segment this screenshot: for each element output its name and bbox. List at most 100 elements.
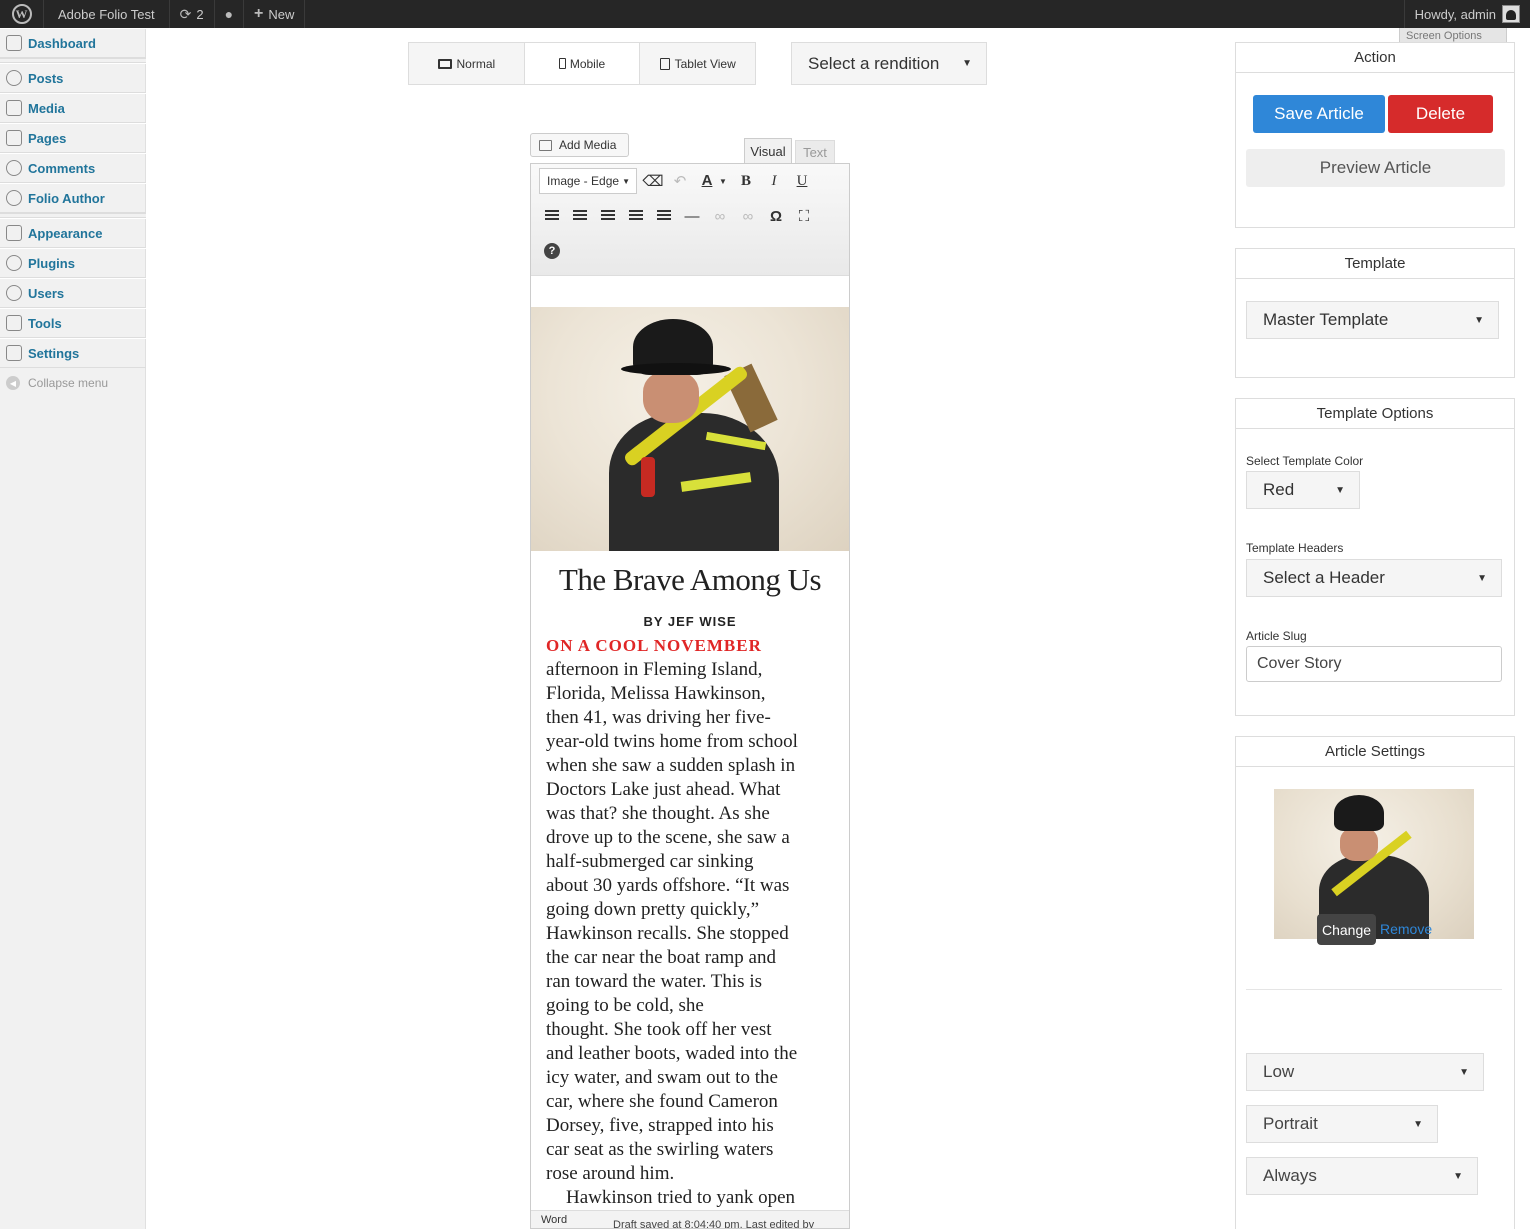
sidebar-item-label: Tools xyxy=(28,315,62,331)
collapse-menu-label: Collapse menu xyxy=(28,376,109,390)
lines-shape xyxy=(573,210,587,222)
preview-article-button[interactable]: Preview Article xyxy=(1246,149,1505,187)
help-icon: ? xyxy=(544,243,560,259)
site-name-link[interactable]: Adobe Folio Test xyxy=(44,0,170,28)
orientation-select[interactable]: Portrait ▼ xyxy=(1246,1105,1438,1143)
chevron-down-icon: ▼ xyxy=(1413,1118,1423,1130)
account-menu[interactable]: Howdy, admin xyxy=(1403,0,1530,28)
sidebar-item-label: Users xyxy=(28,285,65,301)
chevron-down-icon: ▼ xyxy=(1477,572,1487,584)
chevron-down-icon: ▼ xyxy=(1474,314,1484,326)
save-article-button[interactable]: Save Article xyxy=(1253,95,1385,133)
sidebar-item-posts[interactable]: Posts xyxy=(0,63,146,93)
remove-image-link[interactable]: Remove xyxy=(1380,921,1432,937)
article-editor[interactable]: Image - Edge ▼ ⌫ ↶ A ▼ B I U — ∞ ∞ Ω ⛶ ? xyxy=(530,163,850,1229)
omega-icon[interactable]: Ω xyxy=(765,205,787,227)
article-byline: BY JEF WISE xyxy=(643,614,737,629)
eraser-icon[interactable]: ⌫ xyxy=(642,170,664,192)
fullscreen-icon[interactable]: ⛶ xyxy=(793,205,815,227)
sidebar-item-appearance[interactable]: Appearance xyxy=(0,218,146,248)
delete-button[interactable]: Delete xyxy=(1388,95,1493,133)
normal-view-button[interactable]: Normal xyxy=(409,43,525,84)
template-color-select[interactable]: Red ▼ xyxy=(1246,471,1360,509)
tab-text[interactable]: Text xyxy=(795,140,835,164)
body-line: going to be cold, she xyxy=(546,995,704,1016)
body-line: drove up to the scene, she saw a xyxy=(546,827,790,848)
body-line: Florida, Melissa Hawkinson, xyxy=(546,683,766,704)
rendition-select[interactable]: Select a rendition ▼ xyxy=(791,42,987,85)
quality-select-value: Low xyxy=(1263,1062,1295,1081)
mobile-view-button[interactable]: Mobile xyxy=(524,43,641,84)
new-content-button[interactable]: + New xyxy=(244,0,306,28)
sidebar-item-folio-author[interactable]: Folio Author xyxy=(0,183,146,213)
sidebar-item-label: Comments xyxy=(28,160,96,176)
sidebar-item-dashboard[interactable]: Dashboard xyxy=(0,28,146,58)
underline-icon[interactable]: U xyxy=(791,170,813,192)
sidebar-item-pages[interactable]: Pages xyxy=(0,123,146,153)
body-line: Hawkinson tried to yank open xyxy=(566,1187,796,1208)
italic-icon[interactable]: I xyxy=(763,170,785,192)
chevron-down-icon: ▼ xyxy=(1335,484,1345,496)
underline-glyph: U xyxy=(796,172,808,189)
frequency-select[interactable]: Always ▼ xyxy=(1246,1157,1478,1195)
updates-button[interactable]: ⟳ 2 xyxy=(170,0,215,28)
chevron-down-icon[interactable]: ▼ xyxy=(712,170,734,192)
bullet-list-icon[interactable] xyxy=(625,205,647,227)
word-count-label: Word xyxy=(541,1214,568,1226)
comments-button[interactable]: ● xyxy=(215,0,245,28)
article-slug-input[interactable]: Cover Story xyxy=(1246,646,1502,682)
help-button[interactable]: ? xyxy=(541,240,563,262)
template-header-select[interactable]: Select a Header ▼ xyxy=(1246,559,1502,597)
appearance-icon xyxy=(6,225,22,241)
panel-title: Action xyxy=(1236,43,1514,73)
sidebar-item-settings[interactable]: Settings xyxy=(0,338,146,368)
new-label: New xyxy=(268,6,295,22)
tablet-view-button[interactable]: Tablet View xyxy=(640,43,755,84)
horizontal-rule-icon[interactable]: — xyxy=(681,205,703,227)
sidebar-item-media[interactable]: Media xyxy=(0,93,146,123)
admin-bar: W Adobe Folio Test ⟳ 2 ● + New Howdy, ad… xyxy=(0,0,1530,28)
panel-title: Template Options xyxy=(1236,399,1514,429)
link-icon[interactable]: ∞ xyxy=(709,205,731,227)
change-image-button[interactable]: Change xyxy=(1317,914,1376,945)
sidebar-item-label: Pages xyxy=(28,130,67,146)
sidebar-item-users[interactable]: Users xyxy=(0,278,146,308)
template-header-value: Select a Header xyxy=(1263,568,1385,587)
sidebar-item-tools[interactable]: Tools xyxy=(0,308,146,338)
tab-visual[interactable]: Visual xyxy=(744,138,792,164)
bold-icon[interactable]: B xyxy=(735,170,757,192)
article-settings-panel: Article Settings Change Remove Low ▼ Por… xyxy=(1235,736,1515,1229)
align-right-icon[interactable] xyxy=(597,205,619,227)
normal-view-label: Normal xyxy=(456,56,496,71)
media-icon xyxy=(539,139,552,151)
collapse-menu-button[interactable]: ◀ Collapse menu xyxy=(6,376,108,390)
body-line: then 41, was driving her five- xyxy=(546,707,771,728)
format-select[interactable]: Image - Edge ▼ xyxy=(539,168,637,194)
body-line: ran toward the water. This is xyxy=(546,971,762,992)
wordpress-logo-button[interactable]: W xyxy=(0,0,44,28)
sidebar-item-plugins[interactable]: Plugins xyxy=(0,248,146,278)
bold-glyph: B xyxy=(740,172,751,189)
body-line: when she saw a sudden splash in xyxy=(546,755,796,776)
undo-icon[interactable]: ↶ xyxy=(669,170,691,192)
template-select[interactable]: Master Template ▼ xyxy=(1246,301,1499,339)
body-line: car seat as the swirling waters xyxy=(546,1139,774,1160)
format-select-value: Image - Edge xyxy=(547,174,620,188)
align-left-icon[interactable] xyxy=(541,205,563,227)
rendition-select-value: Select a rendition xyxy=(808,53,940,73)
quality-select[interactable]: Low ▼ xyxy=(1246,1053,1484,1091)
draft-saved-status: Draft saved at 8:04:40 pm. Last edited b… xyxy=(613,1219,815,1229)
add-media-button[interactable]: Add Media xyxy=(530,133,629,157)
numbered-list-icon[interactable] xyxy=(653,205,675,227)
updates-count: 2 xyxy=(196,6,204,22)
action-panel: Action Save Article Delete Preview Artic… xyxy=(1235,42,1515,228)
unlink-icon[interactable]: ∞ xyxy=(737,205,759,227)
sidebar-item-comments[interactable]: Comments xyxy=(0,153,146,183)
greeting-text: Howdy, admin xyxy=(1414,6,1496,22)
body-line: Dorsey, five, strapped into his xyxy=(546,1115,774,1136)
article-hero-image[interactable] xyxy=(531,307,849,551)
article-lead-in: ON A COOL NOVEMBER xyxy=(546,636,762,655)
dashboard-icon xyxy=(6,35,22,51)
body-line: was that? she thought. As she xyxy=(546,803,770,824)
align-center-icon[interactable] xyxy=(569,205,591,227)
